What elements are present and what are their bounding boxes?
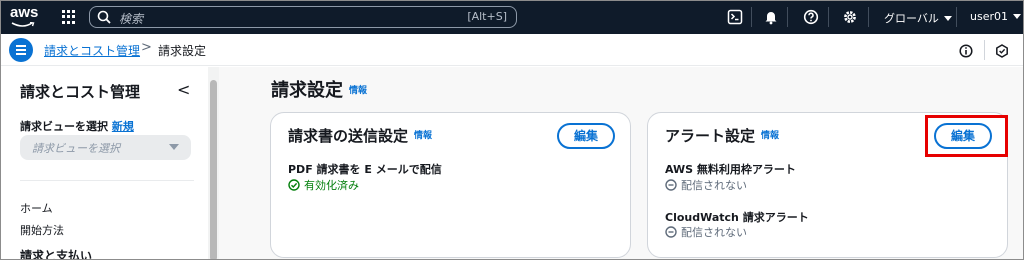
minus-circle-icon xyxy=(665,226,677,238)
page-title-text: 請求設定 xyxy=(271,80,343,101)
alert-info-link[interactable]: 情報 xyxy=(761,131,779,141)
pdf-email-status: 有効化済み xyxy=(288,177,359,193)
invoice-card-title: 請求書の送信設定 情報 xyxy=(288,125,432,146)
billing-view-label-text: 請求ビューを選択 xyxy=(20,120,108,133)
help-icon[interactable] xyxy=(803,9,819,25)
invoice-edit-button[interactable]: 編集 xyxy=(557,123,615,149)
nav-divider xyxy=(787,7,788,27)
invoice-info-link[interactable]: 情報 xyxy=(414,131,432,141)
menu-button[interactable] xyxy=(9,38,33,62)
highlight-box xyxy=(925,115,1008,157)
search-icon xyxy=(97,10,111,24)
pdf-email-status-text: 有効化済み xyxy=(304,179,359,192)
sidebar-divider xyxy=(20,180,194,181)
sidebar-section-billing-payments: 請求と支払い xyxy=(20,249,93,260)
search-input[interactable]: 検索 [Alt+S] xyxy=(89,6,517,28)
grid-icon[interactable] xyxy=(62,10,76,24)
nav-divider xyxy=(751,7,752,27)
cloudwatch-alert-status-text: 配信されない xyxy=(681,226,747,239)
region-label: グローバル xyxy=(884,12,939,25)
region-selector[interactable]: グローバル xyxy=(884,10,952,26)
page-title: 請求設定 情報 xyxy=(271,76,367,102)
alert-card-title-text: アラート設定 xyxy=(665,127,756,145)
free-tier-alert-status-text: 配信されない xyxy=(681,179,747,192)
aws-smile-icon xyxy=(11,22,35,27)
breadcrumb-bar: 請求とコスト管理 > 請求設定 xyxy=(1,34,1023,66)
billing-view-placeholder: 請求ビューを選択 xyxy=(32,142,120,155)
chevron-down-icon xyxy=(943,16,952,21)
minus-circle-icon xyxy=(665,179,677,191)
sidebar-item-home[interactable]: ホーム xyxy=(20,200,53,216)
nav-divider xyxy=(956,7,957,27)
breadcrumb-separator: > xyxy=(141,40,152,55)
sidebar-close-icon[interactable]: < xyxy=(177,80,190,99)
page-info-link[interactable]: 情報 xyxy=(349,86,367,96)
aws-logo[interactable]: aws xyxy=(10,5,38,21)
cloudshell-icon[interactable] xyxy=(727,9,743,25)
nav-divider xyxy=(868,7,869,27)
invoice-delivery-card: 請求書の送信設定 情報 編集 PDF 請求書を E メールで配信 有効化済み xyxy=(270,112,631,258)
billing-view-select[interactable]: 請求ビューを選択 xyxy=(20,135,191,160)
breadcrumb-divider xyxy=(984,40,985,60)
sidebar-title: 請求とコスト管理 xyxy=(20,83,141,101)
sidebar: 請求とコスト管理 < 請求ビューを選択 新規 請求ビューを選択 ホーム 開始方法… xyxy=(1,67,208,260)
info-icon[interactable] xyxy=(959,44,973,58)
breadcrumb-link-billing[interactable]: 請求とコスト管理 xyxy=(44,42,140,59)
pdf-email-label: PDF 請求書を E メールで配信 xyxy=(288,163,442,176)
breadcrumb-current: 請求設定 xyxy=(158,44,207,58)
top-navigation: aws 検索 [Alt+S] グローバル user01 xyxy=(1,1,1023,34)
hexagon-icon[interactable] xyxy=(995,44,1009,58)
free-tier-alert-status: 配信されない xyxy=(665,177,747,193)
invoice-card-title-text: 請求書の送信設定 xyxy=(288,127,409,145)
search-shortcut: [Alt+S] xyxy=(467,10,507,23)
cloudwatch-alert-label: CloudWatch 請求アラート xyxy=(665,211,809,224)
free-tier-alert-label: AWS 無料利用枠アラート xyxy=(665,163,796,176)
caret-down-icon xyxy=(169,144,179,150)
user-name: user01 xyxy=(970,10,1008,23)
billing-view-new-link[interactable]: 新規 xyxy=(112,120,134,133)
app-frame: aws 検索 [Alt+S] グローバル user01 請求とコスト管理 > 請… xyxy=(0,0,1024,260)
sidebar-item-getting-started[interactable]: 開始方法 xyxy=(20,222,64,238)
sidebar-scrollbar-thumb[interactable] xyxy=(210,80,217,259)
chevron-down-icon xyxy=(1013,14,1021,19)
alert-card-title: アラート設定 情報 xyxy=(665,125,779,146)
gear-icon[interactable] xyxy=(842,9,858,25)
cloudwatch-alert-status: 配信されない xyxy=(665,224,747,240)
search-placeholder: 検索 xyxy=(119,12,144,26)
bell-icon[interactable] xyxy=(763,9,779,25)
nav-divider xyxy=(828,7,829,27)
billing-view-label: 請求ビューを選択 新規 xyxy=(20,118,134,134)
user-menu[interactable]: user01 xyxy=(970,10,1021,23)
check-circle-icon xyxy=(288,179,300,191)
